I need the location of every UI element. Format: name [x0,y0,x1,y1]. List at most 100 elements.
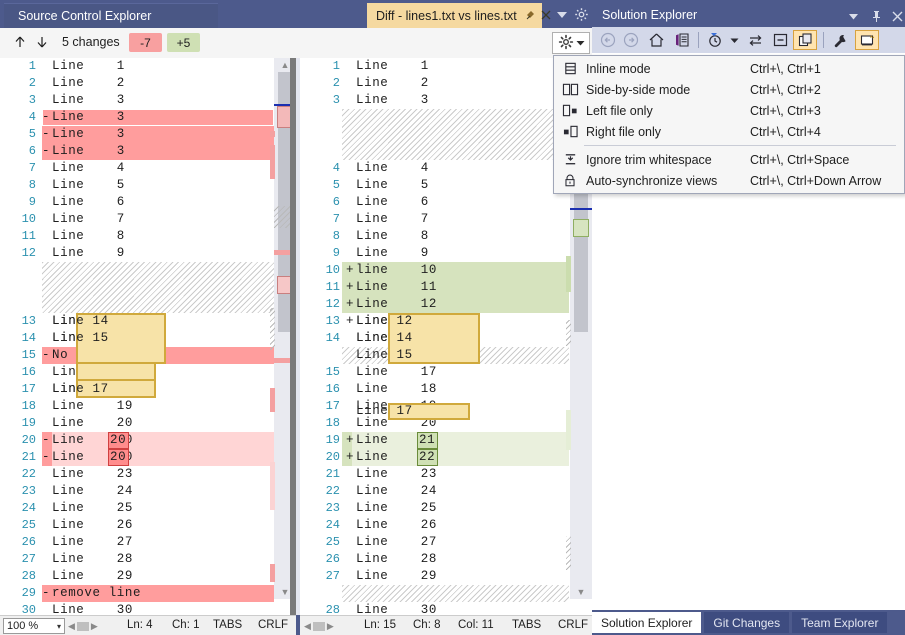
properties-wrench-icon[interactable] [829,30,851,50]
diff-row[interactable]: 3Line 3 [0,92,296,109]
sync-with-active-document-icon[interactable] [744,30,766,50]
solution-explorer-close-icon[interactable] [889,8,905,24]
diff-row[interactable]: 12+Line 12 [300,296,592,313]
diff-row[interactable]: 11+Line 11 [300,279,592,296]
pending-changes-filter-icon[interactable] [704,30,726,50]
solution-explorer-pin-icon[interactable] [868,8,884,24]
diff-row[interactable]: 7Line 7 [300,211,592,228]
diff-row[interactable]: 11Line 8 [0,228,296,245]
diff-right-pane[interactable]: 1Line 12Line 23Line 3 4Line 45Line 56Line… [300,58,592,615]
right-horizontal-scrollbar[interactable]: ◀ ▶ [304,618,334,634]
diff-row[interactable]: 28Line 30 [300,602,592,615]
diff-row[interactable] [0,262,296,279]
diff-row[interactable]: 1Line 1 [0,58,296,75]
diff-row[interactable] [0,279,296,296]
diff-row[interactable]: 2Line 2 [300,75,592,92]
menu-item-left-file-only[interactable]: Left file onlyCtrl+\, Ctrl+3 [554,100,904,121]
diff-row[interactable]: 26Line 27 [0,534,296,551]
se-tab-team-explorer[interactable]: Team Explorer [792,612,887,633]
filter-caret-icon[interactable] [727,30,741,50]
diff-row[interactable]: 24Line 25 [0,500,296,517]
show-all-files-icon[interactable] [793,30,817,50]
diff-row[interactable]: 2Line 2 [0,75,296,92]
collapse-all-icon[interactable] [769,30,791,50]
diff-row[interactable]: 25Line 26 [0,517,296,534]
back-icon[interactable] [598,30,618,50]
diff-row[interactable]: 25Line 27 [300,534,592,551]
menu-item-ignore-trim-whitespace[interactable]: Ignore trim whitespaceCtrl+\, Ctrl+Space [554,149,904,170]
tab-diff-document[interactable]: Diff - lines1.txt vs lines.txt [367,3,542,28]
diff-row[interactable]: 4Line 4 [300,160,592,177]
menu-item-auto-synchronize-views[interactable]: Auto-synchronize viewsCtrl+\, Ctrl+Down … [554,170,904,191]
diff-row[interactable]: 20+Line 2222 [300,449,592,466]
solution-explorer-chevron-down-icon[interactable] [845,8,861,24]
diff-row[interactable]: 24Line 26 [300,517,592,534]
diff-row[interactable]: 16Line 18 [300,381,592,398]
diff-settings-caret-icon[interactable] [576,36,585,50]
close-icon[interactable] [541,9,551,23]
diff-row[interactable]: 28Line 29 [0,568,296,585]
preview-selected-items-icon[interactable] [855,30,879,50]
diff-row[interactable]: 5Line 5 [300,177,592,194]
diff-row[interactable]: 8Line 5 [0,177,296,194]
scroll-down-arrow-icon-right[interactable]: ▼ [574,586,588,598]
diff-row[interactable]: 21Line 23 [300,466,592,483]
zoom-level-selector[interactable]: 100 % ▾ [3,618,65,634]
diff-row[interactable]: 6Line 6 [300,194,592,211]
hscroll-right-arrow-icon[interactable]: ▶ [91,621,98,632]
next-change-arrow-down-icon[interactable] [34,34,52,52]
diff-left-pane[interactable]: 1Line 12Line 23Line 34-Line 35-Line 36-L… [0,58,296,615]
se-tab-solution-explorer[interactable]: Solution Explorer [592,612,701,633]
tab-source-control-explorer[interactable]: Source Control Explorer [4,3,218,28]
tab-list-caret-icon[interactable] [554,8,570,22]
se-tab-git-changes[interactable]: Git Changes [704,612,789,633]
diff-row[interactable] [300,126,592,143]
hscroll-thumb[interactable] [77,622,89,631]
diff-row[interactable]: 4-Line 3 [0,109,296,126]
diff-row[interactable]: 5-Line 3 [0,126,296,143]
home-icon[interactable] [645,30,667,50]
left-horizontal-scrollbar[interactable]: ◀ ▶ [68,618,98,634]
diff-row[interactable]: 26Line 28 [300,551,592,568]
diff-row[interactable]: 19+Line 2121 [300,432,592,449]
diff-row[interactable]: 3Line 3 [300,92,592,109]
diff-row[interactable]: 10+line 10 [300,262,592,279]
diff-row[interactable]: 29-remove line [0,585,296,602]
diff-row[interactable] [300,585,592,602]
menu-item-right-file-only[interactable]: Right file onlyCtrl+\, Ctrl+4 [554,121,904,142]
diff-row[interactable]: 22Line 24 [300,483,592,500]
diff-row[interactable]: 23Line 24 [0,483,296,500]
menu-item-inline-mode[interactable]: Inline modeCtrl+\, Ctrl+1 [554,58,904,79]
diff-row[interactable]: 21-Line 2020 [0,449,296,466]
diff-row[interactable]: 22Line 23 [0,466,296,483]
forward-icon[interactable] [621,30,641,50]
diff-settings-button[interactable] [552,32,590,54]
diff-row[interactable] [0,296,296,313]
diff-row[interactable]: 27Line 29 [300,568,592,585]
tab-settings-gear-icon[interactable] [574,7,590,23]
hscroll-right-arrow-icon-right[interactable]: ▶ [327,621,334,632]
diff-row[interactable]: 20-Line 2020 [0,432,296,449]
diff-row[interactable] [300,143,592,160]
solution-icon[interactable] [671,30,693,50]
diff-row[interactable] [300,109,592,126]
diff-settings-context-menu[interactable]: Inline modeCtrl+\, Ctrl+1Side-by-side mo… [553,55,905,194]
diff-row[interactable]: 1Line 1 [300,58,592,75]
hscroll-left-arrow-icon[interactable]: ◀ [68,621,75,632]
diff-row[interactable]: 10Line 7 [0,211,296,228]
diff-row[interactable]: 30Line 30 [0,602,296,615]
chevron-down-icon[interactable]: ▾ [57,622,61,631]
diff-row[interactable]: 6-Line 3 [0,143,296,160]
diff-row[interactable]: 19Line 20 [0,415,296,432]
diff-row[interactable]: 9Line 9 [300,245,592,262]
previous-change-arrow-up-icon[interactable] [12,34,30,52]
hscroll-thumb-right[interactable] [313,622,325,631]
menu-item-side-by-side-mode[interactable]: Side-by-side modeCtrl+\, Ctrl+2 [554,79,904,100]
pin-icon[interactable] [525,9,536,23]
diff-row[interactable]: 27Line 28 [0,551,296,568]
diff-row[interactable]: 15Line 17 [300,364,592,381]
diff-row[interactable]: 8Line 8 [300,228,592,245]
diff-row[interactable]: 23Line 25 [300,500,592,517]
hscroll-left-arrow-icon-right[interactable]: ◀ [304,621,311,632]
diff-row[interactable]: 7Line 4 [0,160,296,177]
